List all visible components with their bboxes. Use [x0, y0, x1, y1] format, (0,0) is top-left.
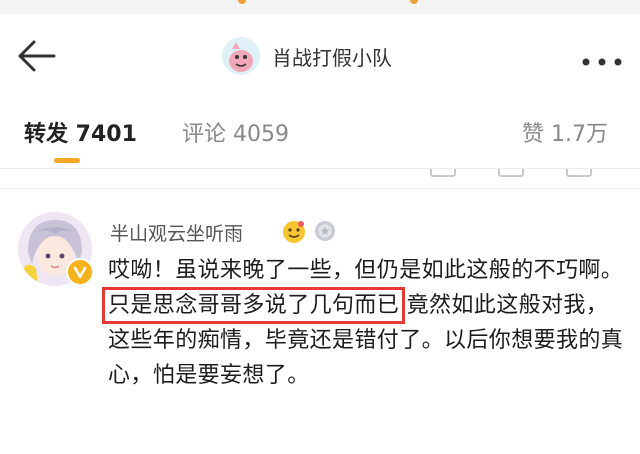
previous-item-edge — [0, 169, 640, 183]
page-title: 肖战打假小队 — [272, 45, 392, 70]
divider — [0, 188, 640, 189]
tab-reposts[interactable]: 转发 7401 — [24, 116, 137, 148]
tab-comments[interactable]: 评论 4059 — [182, 116, 289, 148]
back-arrow-icon[interactable] — [14, 34, 58, 78]
tab-likes[interactable]: 赞 1.7万 — [522, 116, 608, 148]
highlighted-text-box: 只是思念哥哥多说了几句而已 — [101, 287, 406, 324]
header-title-group[interactable]: 肖战打假小队 — [222, 36, 392, 76]
comment-icon — [498, 169, 524, 177]
fan-badge-icon[interactable] — [281, 218, 307, 244]
repost-icon — [430, 169, 456, 177]
more-dots-icon[interactable] — [580, 52, 624, 66]
status-dot — [238, 0, 246, 4]
comment-username[interactable]: 半山观云坐听雨 — [110, 219, 243, 246]
status-dot — [410, 0, 418, 4]
comment-body: 哎呦！虽说来晚了一些，但仍是如此这般的不巧啊。只是思念哥哥多说了几句而已 竟然如… — [101, 253, 628, 393]
header-bar: 肖战打假小队 — [0, 14, 640, 96]
tab-bar: 转发 7401 评论 4059 赞 1.7万 — [0, 96, 640, 169]
comment-text-part: 哎呦！虽说来晚了一些，但仍是如此这般的不巧啊。 — [108, 258, 624, 283]
active-tab-indicator — [54, 158, 80, 163]
medal-icon[interactable] — [313, 218, 337, 242]
status-strip — [0, 0, 640, 14]
verified-badge-icon — [66, 258, 94, 286]
account-avatar[interactable] — [222, 37, 260, 75]
like-icon — [566, 169, 592, 177]
